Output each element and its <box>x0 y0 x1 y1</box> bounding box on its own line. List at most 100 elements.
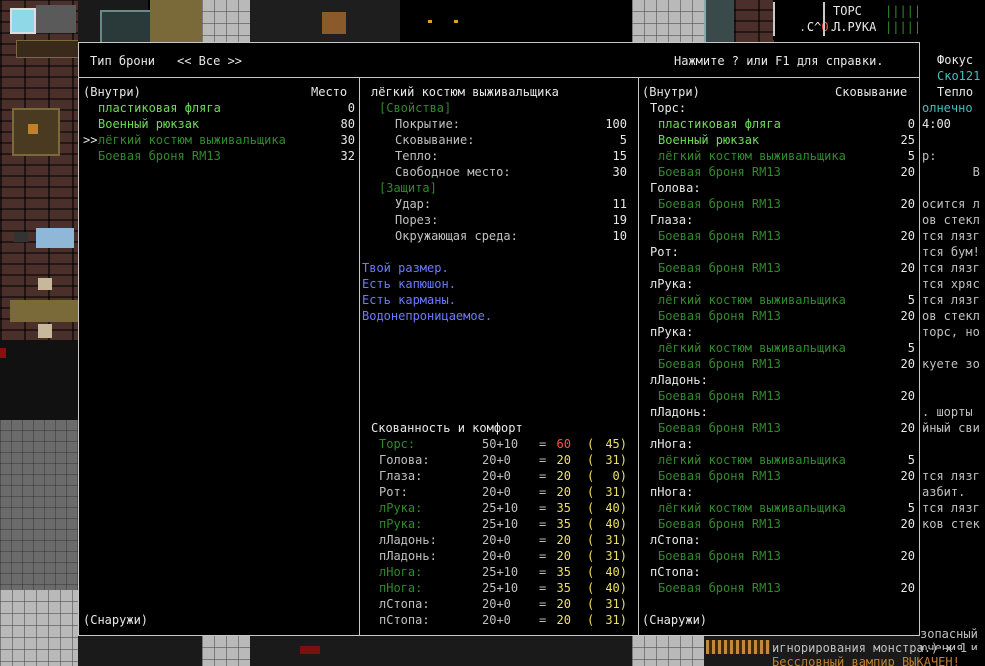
sidebar-log-line: ов стекл <box>922 213 980 227</box>
layer-item-name[interactable]: Военный рюкзак <box>658 132 759 148</box>
blood-stain <box>0 348 6 358</box>
comfort-equals: = <box>539 453 547 467</box>
comfort-warmth: 40) <box>605 581 627 595</box>
header-divider <box>79 77 919 78</box>
sidebar-log-line: тся хряс <box>922 277 980 291</box>
worn-item-name[interactable]: Боевая броня RM13 <box>98 148 221 164</box>
comfort-total: 20 <box>556 549 571 563</box>
body-part-header: лРука: <box>650 277 694 291</box>
column-divider-right <box>638 77 639 635</box>
layer-item-encumbrance: 20 <box>900 517 915 531</box>
layer-item-name[interactable]: лёгкий костюм выживальщика <box>658 452 846 468</box>
layer-item-name[interactable]: Боевая броня RM13 <box>658 548 781 564</box>
layer-item-name[interactable]: Боевая броня RM13 <box>658 228 781 244</box>
layer-item-encumbrance: 20 <box>900 357 915 371</box>
armor-filter-selector[interactable]: << Все >> <box>177 53 242 69</box>
layer-item-encumbrance: 20 <box>900 309 915 323</box>
log-footer-1: игнорирования монстра.) x 1 <box>772 641 968 654</box>
body-part-header: лСтопа: <box>650 533 701 547</box>
chair-tile-2 <box>38 324 52 338</box>
brick-top <box>734 0 774 42</box>
layer-item-name[interactable]: лёгкий костюм выживальщика <box>658 148 846 164</box>
layer-item-name[interactable]: Боевая броня RM13 <box>658 580 781 596</box>
comfort-total: 60 <box>556 437 571 451</box>
layer-item-name[interactable]: Боевая броня RM13 <box>658 468 781 484</box>
comfort-base: 25+10 <box>482 517 519 531</box>
layer-item-name[interactable]: Боевая броня RM13 <box>658 260 781 276</box>
worn-item-place: 30 <box>340 133 355 147</box>
worn-item-name[interactable]: лёгкий костюм выживальщика <box>98 132 286 148</box>
right-inside-label: (Внутри) <box>642 85 700 99</box>
body-part-header: Торс: <box>650 101 687 115</box>
layer-item-encumbrance: 5 <box>907 501 915 515</box>
layer-item-name[interactable]: Боевая броня RM13 <box>658 164 781 180</box>
log-footer-2: Бессловный вампир ВЫКАЧЕН! <box>772 655 960 666</box>
comfort-part: Торс: <box>379 437 416 451</box>
comfort-total: 35 <box>556 517 571 531</box>
comfort-part: Голова: <box>379 453 430 467</box>
item-note: Есть капюшон. <box>362 277 456 291</box>
sidebar-log-line: тся лязг <box>922 501 980 515</box>
window-tile <box>10 8 36 34</box>
sidebar-log-line: тся лязг <box>922 261 980 275</box>
comfort-total: 35 <box>556 565 571 579</box>
layer-item-encumbrance: 5 <box>907 293 915 307</box>
comfort-part: Рот: <box>379 485 408 499</box>
layer-item-name[interactable]: Боевая броня RM13 <box>658 388 781 404</box>
sidebar-log-line: Фокус <box>937 53 974 67</box>
sidebar-log-line: ов стекл <box>922 309 980 323</box>
comfort-equals: = <box>539 437 547 451</box>
sidebar-log-line: азбит. <box>922 485 966 499</box>
sidebar-log-line: олнечно <box>922 101 973 115</box>
layer-item-encumbrance: 25 <box>900 133 915 147</box>
layer-item-name[interactable]: Боевая броня RM13 <box>658 516 781 532</box>
body-part-header: лНога: <box>650 437 694 451</box>
sidebar-log-line: осится л <box>922 197 980 211</box>
worn-item-name[interactable]: пластиковая фляга <box>98 100 221 116</box>
layer-item-encumbrance: 5 <box>907 341 915 355</box>
column-divider-left <box>359 77 360 635</box>
body-part-header: Голова: <box>650 181 701 195</box>
protection-value: 11 <box>612 197 627 211</box>
comfort-total: 35 <box>556 581 571 595</box>
layer-item-name[interactable]: лёгкий костюм выживальщика <box>658 292 846 308</box>
sidebar-log-line: Тепло <box>937 85 974 99</box>
comfort-warmth: 40) <box>605 517 627 531</box>
sidebar-log-line: тся бум! <box>922 245 980 259</box>
layer-item-encumbrance: 5 <box>907 149 915 163</box>
comfort-total: 20 <box>556 469 571 483</box>
wooden-counter <box>16 40 80 58</box>
layer-item-encumbrance: 5 <box>907 453 915 467</box>
layer-item-name[interactable]: Боевая броня RM13 <box>658 196 781 212</box>
item-note: Есть карманы. <box>362 293 456 307</box>
hud-divider-2 <box>823 2 825 36</box>
layer-item-name[interactable]: Боевая броня RM13 <box>658 420 781 436</box>
sidebar-log-line: торс, но <box>922 325 980 339</box>
blood-bottom <box>300 646 320 654</box>
protection-header: [Защита] <box>379 181 437 195</box>
layer-item-encumbrance: 20 <box>900 197 915 211</box>
hud-torso-bars: ||||| <box>885 4 922 18</box>
layer-item-name[interactable]: лёгкий костюм выживальщика <box>658 500 846 516</box>
sidebar-log-line: . шорты <box>922 405 973 419</box>
comfort-base: 20+0 <box>482 597 511 611</box>
sidebar-log-line: ков стек <box>922 517 980 531</box>
top-machine <box>100 10 154 46</box>
comfort-title: Скованность и комфорт <box>371 421 523 435</box>
layer-item-encumbrance: 20 <box>900 261 915 275</box>
right-encumbrance-label: Сковывание <box>835 85 908 99</box>
hud-status-dots2: .. <box>799 20 814 34</box>
comfort-total: 20 <box>556 453 571 467</box>
sidebar-log-line: тся лязг <box>922 469 980 483</box>
worn-item-name[interactable]: Военный рюкзак <box>98 116 199 132</box>
layer-item-name[interactable]: Боевая броня RM13 <box>658 356 781 372</box>
body-part-header: пЛадонь: <box>650 405 708 419</box>
layer-item-name[interactable]: лёгкий костюм выживальщика <box>658 340 846 356</box>
crate-top <box>322 12 346 34</box>
layer-item-name[interactable]: пластиковая фляга <box>658 116 781 132</box>
tile-top <box>202 0 250 42</box>
item-note: Водонепроницаемое. <box>362 309 493 323</box>
layer-item-name[interactable]: Боевая броня RM13 <box>658 308 781 324</box>
sand-tile <box>10 300 78 322</box>
message-sidebar: Фокус Ско121 Тепло олнечно 4:00 р: Восится л о… <box>920 0 985 666</box>
